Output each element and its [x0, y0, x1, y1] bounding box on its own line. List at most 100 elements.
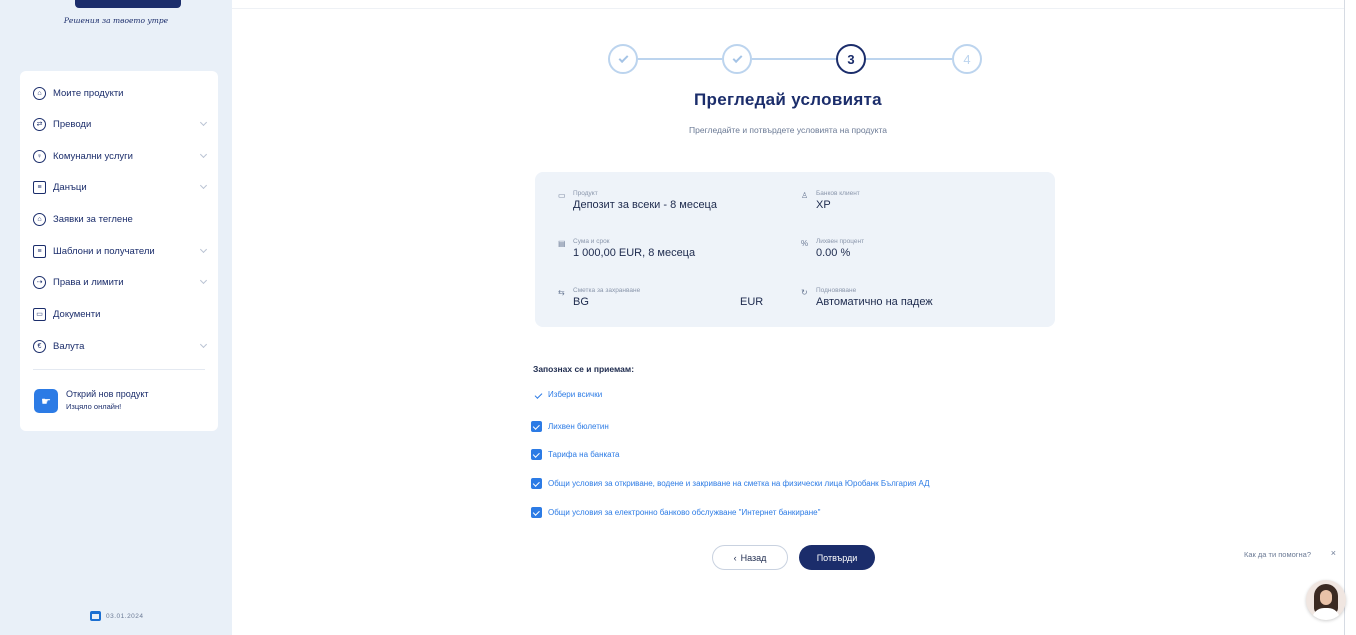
client-value: XP	[816, 199, 831, 211]
sidebar-item-taxes[interactable]: ≡ Данъци	[20, 177, 218, 197]
document-icon: ≡	[33, 180, 46, 194]
right-divider	[1344, 0, 1345, 635]
open-new-product-subtitle: Изцяло онлайн!	[66, 402, 122, 411]
checkbox-label[interactable]: Общи условия за откриване, водене и закр…	[548, 479, 929, 488]
sidebar-item-label: Заявки за теглене	[53, 213, 133, 225]
renewal-label: Подновяване	[816, 287, 857, 294]
account-value: BG	[573, 296, 589, 308]
checkbox-label[interactable]: Общи условия за електронно банково обслу…	[548, 508, 820, 517]
confirm-button[interactable]: Потвърди	[799, 545, 875, 570]
sidebar-item-rights-limits[interactable]: ⇢ Права и лимити	[20, 272, 218, 292]
bank-icon: ⌂	[33, 212, 46, 226]
percent-icon: %	[801, 239, 809, 248]
sidebar-menu: ⌂ Моите продукти ⇄ Преводи ♀ Комунални у…	[20, 71, 218, 431]
step-1-done	[608, 44, 638, 74]
sidebar-item-label: Данъци	[53, 181, 87, 193]
chevron-down-icon	[199, 276, 208, 285]
amount-value: 1 000,00 EUR, 8 месеца	[573, 247, 696, 259]
sidebar-item-withdrawal-requests[interactable]: ⌂ Заявки за теглене	[20, 209, 218, 229]
template-icon: ≡	[33, 244, 46, 258]
chevron-down-icon	[199, 245, 208, 254]
step-2-done	[722, 44, 752, 74]
checkbox-checked[interactable]	[531, 507, 542, 518]
checkbox-general-terms-ebanking[interactable]: Общи условия за електронно банково обслу…	[531, 507, 820, 518]
sidebar-item-documents[interactable]: ▭ Документи	[20, 304, 218, 324]
account-label: Сметка за захранване	[573, 287, 641, 294]
product-label: Продукт	[573, 190, 598, 197]
checkbox-general-terms-account[interactable]: Общи условия за откриване, водене и закр…	[531, 478, 929, 489]
checkbox-label[interactable]: Лихвен бюлетин	[548, 422, 609, 431]
client-label: Банков клиент	[816, 190, 860, 197]
checkbox-interest-bulletin[interactable]: Лихвен бюлетин	[531, 421, 609, 432]
sidebar-item-label: Права и лимити	[53, 276, 124, 288]
hand-pointer-icon[interactable]: ☛	[34, 389, 58, 413]
close-icon[interactable]: ×	[1331, 548, 1336, 558]
renew-icon: ↻	[801, 288, 808, 297]
sidebar-item-utilities[interactable]: ♀ Комунални услуги	[20, 146, 218, 166]
brand-logo[interactable]	[75, 0, 181, 8]
chevron-down-icon	[199, 118, 208, 127]
products-icon: ⌂	[33, 86, 46, 100]
check-icon	[534, 390, 543, 399]
date-text: 03.01.2024	[106, 612, 144, 620]
help-text: Как да ти помогна?	[1244, 549, 1312, 559]
bulb-icon: ♀	[33, 149, 46, 163]
sidebar-item-label: Шаблони и получатели	[53, 245, 155, 257]
checkbox-checked[interactable]	[531, 421, 542, 432]
currency-icon: €	[33, 339, 46, 353]
transfer-icon: ⇄	[33, 117, 46, 131]
step-4-pending: 4	[952, 44, 982, 74]
check-icon	[618, 52, 628, 63]
current-date: 03.01.2024	[90, 611, 144, 621]
renewal-value: Автоматично на падеж	[816, 296, 933, 308]
sidebar-item-currency[interactable]: € Валута	[20, 336, 218, 356]
sidebar-item-label: Комунални услуги	[53, 150, 133, 162]
step-connector	[866, 58, 952, 60]
step-3-active: 3	[836, 44, 866, 74]
product-icon: ▭	[558, 191, 566, 200]
checkbox-bank-tariff[interactable]: Тарифа на банката	[531, 449, 619, 460]
checkbox-label[interactable]: Тарифа на банката	[548, 450, 619, 459]
page-subtitle: Прегледайте и потвърдете условията на пр…	[689, 125, 887, 135]
chevron-down-icon	[199, 150, 208, 159]
step-connector	[638, 58, 722, 60]
product-value: Депозит за всеки - 8 месеца	[573, 199, 717, 211]
back-button[interactable]: ‹ Назад	[712, 545, 788, 570]
help-chat-bubble[interactable]: Как да ти помогна? ×	[1238, 543, 1342, 565]
top-divider	[232, 8, 1344, 9]
rate-value: 0.00 %	[816, 247, 851, 259]
sidebar: Решения за твоето утре ⌂ Моите продукти …	[0, 0, 232, 635]
rate-label: Лихвен процент	[816, 238, 865, 245]
sidebar-item-label: Моите продукти	[53, 87, 124, 99]
sidebar-item-templates[interactable]: ≡ Шаблони и получатели	[20, 241, 218, 261]
folder-icon: ▭	[33, 307, 46, 321]
assistant-avatar[interactable]	[1306, 580, 1346, 620]
user-icon: ♙	[801, 191, 809, 200]
sidebar-item-label: Валута	[53, 340, 85, 352]
sidebar-item-my-products[interactable]: ⌂ Моите продукти	[20, 83, 218, 103]
transfer-icon: ⇆	[558, 288, 565, 297]
sidebar-item-label: Преводи	[53, 118, 92, 130]
amount-label: Сума и срок	[573, 238, 610, 245]
chevron-left-icon: ‹	[733, 552, 737, 563]
menu-divider	[33, 369, 205, 370]
page-title: Прегледай условията	[694, 90, 882, 109]
avatar-face	[1320, 590, 1332, 605]
checkbox-checked[interactable]	[531, 478, 542, 489]
accept-terms-heading: Запознах се и приемам:	[533, 364, 635, 374]
checkbox-checked[interactable]	[531, 449, 542, 460]
check-icon	[732, 52, 742, 63]
back-button-label: Назад	[740, 552, 767, 563]
product-summary-card: ▭ Продукт Депозит за всеки - 8 месеца ♙ …	[535, 172, 1055, 327]
open-new-product-link[interactable]: Открий нов продукт	[66, 389, 148, 399]
sidebar-item-label: Документи	[53, 308, 101, 320]
calendar-icon: ▤	[558, 239, 566, 248]
select-all-link[interactable]: Избери всички	[534, 390, 603, 399]
calendar-icon	[90, 611, 101, 621]
chevron-down-icon	[199, 181, 208, 190]
rights-icon: ⇢	[33, 275, 46, 289]
sidebar-item-transfers[interactable]: ⇄ Преводи	[20, 114, 218, 134]
step-connector	[752, 58, 836, 60]
select-all-label: Избери всички	[548, 390, 603, 399]
chevron-down-icon	[199, 340, 208, 349]
